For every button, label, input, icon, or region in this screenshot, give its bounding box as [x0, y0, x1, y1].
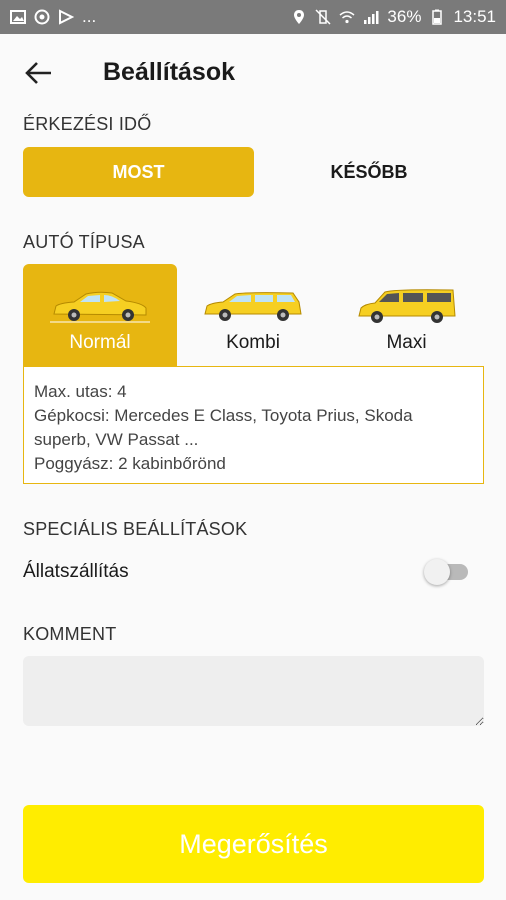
- clock: 13:51: [453, 7, 496, 26]
- pet-transport-toggle[interactable]: [424, 559, 470, 585]
- sedan-car-icon: [50, 291, 150, 323]
- battery-percent: 36%: [387, 7, 422, 26]
- location-icon: [294, 10, 305, 24]
- vibrate-mute-icon: [315, 9, 331, 25]
- car-type-kombi-label: Kombi: [226, 332, 280, 353]
- status-bar: ... 36% 13:51: [0, 0, 506, 34]
- play-store-icon: [59, 9, 74, 25]
- info-max-passengers: Max. utas: 4: [34, 382, 127, 401]
- confirm-button[interactable]: Megerősítés: [23, 805, 484, 883]
- car-type-normal-label: Normál: [69, 332, 131, 353]
- battery-icon: [432, 9, 443, 25]
- special-settings-label: SPECIÁLIS BEÁLLÍTÁSOK: [23, 519, 248, 539]
- status-bar-right: 36% 13:51: [291, 7, 496, 27]
- car-type-maxi-label: Maxi: [386, 332, 427, 353]
- car-type-maxi[interactable]: Maxi: [329, 264, 484, 366]
- car-type-normal[interactable]: Normál: [23, 264, 177, 366]
- info-car-models: Gépkocsi: Mercedes E Class, Toyota Prius…: [34, 406, 413, 425]
- gallery-icon: [10, 10, 26, 24]
- car-type-kombi[interactable]: Kombi: [177, 264, 329, 366]
- back-arrow-icon[interactable]: [22, 56, 56, 90]
- notification-overflow: ...: [82, 7, 97, 26]
- estate-car-icon: [204, 292, 302, 321]
- comment-input[interactable]: [23, 656, 484, 726]
- arrival-time-label: ÉRKEZÉSI IDŐ: [23, 114, 152, 134]
- info-car-models-cont: superb, VW Passat ...: [34, 430, 199, 449]
- camera-shutter-icon: [34, 9, 50, 25]
- app-header: Beállítások: [0, 34, 506, 112]
- pet-transport-label: Állatszállítás: [23, 561, 129, 582]
- signal-icon: [364, 11, 379, 24]
- arrival-later-button[interactable]: KÉSŐBB: [254, 147, 484, 197]
- page-title: Beállítások: [103, 58, 236, 86]
- arrival-now-button[interactable]: MOST: [23, 147, 254, 197]
- car-type-info-box: Max. utas: 4 Gépkocsi: Mercedes E Class,…: [23, 366, 484, 484]
- comment-label: KOMMENT: [23, 624, 117, 644]
- car-type-label: AUTÓ TÍPUSA: [23, 232, 145, 252]
- van-icon: [357, 289, 456, 323]
- wifi-icon: [339, 11, 355, 24]
- toggle-thumb: [424, 559, 450, 585]
- status-bar-left: ...: [10, 7, 96, 27]
- info-luggage: Poggyász: 2 kabinbőrönd: [34, 454, 226, 473]
